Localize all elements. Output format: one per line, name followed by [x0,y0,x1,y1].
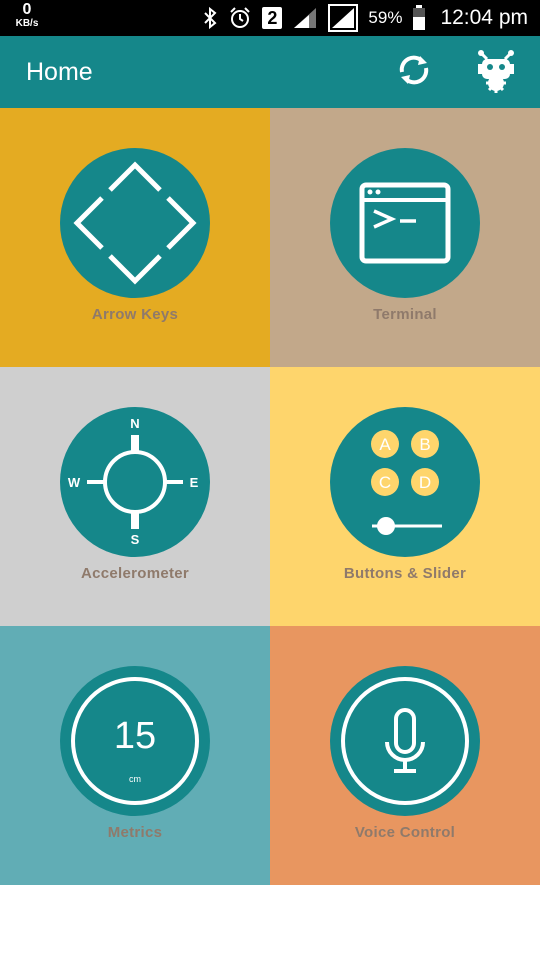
tile-label-metrics: Metrics [107,824,163,841]
network-speed-unit: KB/s [15,18,39,29]
robot-settings-button[interactable] [474,49,518,94]
network-speed: 0 KB/s [12,2,42,29]
battery-percent: 59% [368,8,403,27]
signal-icon-2 [328,4,359,32]
compass-e: E [190,475,199,490]
refresh-icon [394,50,434,95]
refresh-button[interactable] [392,50,436,94]
tile-label-terminal: Terminal [373,306,437,323]
buttons-slider-tile[interactable]: A B C D Buttons & Slider [270,367,540,626]
robot-settings-icon [472,46,520,99]
status-bar: 0 KB/s 2 59% 12:04 pm [0,0,540,36]
bluetooth-icon [202,6,218,30]
button-a: A [379,435,391,454]
tile-label-buttons-slider: Buttons & Slider [343,565,467,582]
tile-label-accelerometer: Accelerometer [80,565,190,582]
bottom-blank-area [0,885,540,960]
sim-slot-number: 2 [267,8,278,28]
sim-slot-badge: 2 [262,7,283,29]
buttons-slider-icon: A B C D [330,407,480,557]
metric-unit: cm [129,774,141,784]
network-speed-value: 0 [22,1,32,18]
microphone-icon [330,666,480,816]
terminal-tile[interactable]: Terminal [270,108,540,367]
voice-control-tile[interactable]: Voice Control [270,626,540,885]
terminal-icon [330,148,480,298]
app-bar: Home [0,36,540,108]
arrow-keys-tile[interactable]: Arrow Keys [0,108,270,367]
controller-grid: Arrow Keys Terminal N S W E Acceleromete… [0,108,540,885]
metric-value: 15 [114,715,156,757]
button-d: D [419,473,431,492]
tile-label-arrow-keys: Arrow Keys [91,306,179,323]
compass-w: W [68,475,81,490]
page-title: Home [26,58,93,86]
metrics-icon: 15 cm [60,666,210,816]
signal-icon [292,6,318,30]
arrow-keys-icon [60,148,210,298]
accelerometer-tile[interactable]: N S W E Accelerometer [0,367,270,626]
alarm-icon [228,6,252,30]
button-b: B [419,435,430,454]
battery-icon [412,5,426,31]
button-c: C [379,473,391,492]
metrics-tile[interactable]: 15 cm Metrics [0,626,270,885]
compass-icon: N S W E [60,407,210,557]
tile-label-voice-control: Voice Control [354,824,456,841]
compass-n: N [130,416,139,431]
clock: 12:04 pm [440,6,528,29]
compass-s: S [131,532,140,547]
